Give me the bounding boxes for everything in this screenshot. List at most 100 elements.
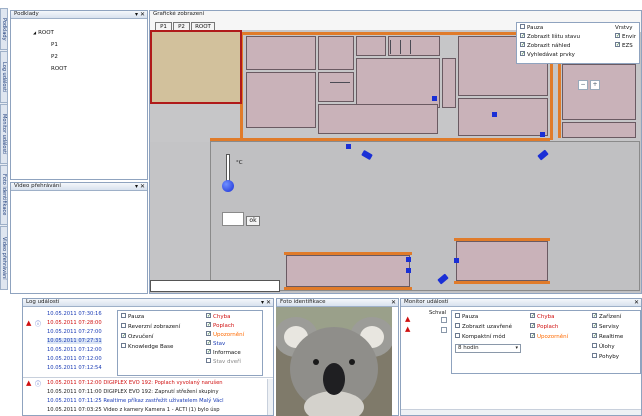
option-vyhledavat[interactable]: ✓ Vyhledávat prvky xyxy=(520,51,575,58)
monitor-source[interactable]: ✓ Realtime xyxy=(592,333,623,340)
close-icon[interactable]: ✕ xyxy=(266,299,271,306)
log-time[interactable]: 10.05.2011 07:12:54 xyxy=(47,365,102,371)
checkbox[interactable]: ✓ xyxy=(530,313,535,319)
pin-icon[interactable]: ▾ xyxy=(135,11,138,18)
checkbox[interactable]: ✓ xyxy=(592,313,597,319)
monitor-source[interactable]: ✓ Servisy xyxy=(592,323,619,330)
log-filter[interactable]: Stav dveří xyxy=(206,358,241,365)
sensor-icon[interactable] xyxy=(432,96,437,101)
log-filter[interactable]: ✓ Informace xyxy=(206,349,241,356)
sensor-icon[interactable] xyxy=(492,112,497,117)
log-scrollbar[interactable] xyxy=(267,379,273,415)
col-header-schval[interactable]: Schval xyxy=(429,310,446,316)
ok-button[interactable]: ok xyxy=(246,216,260,226)
chevron-down-icon[interactable]: ▾ xyxy=(515,345,518,352)
monitor-option[interactable]: Pauza xyxy=(455,313,478,320)
zoom-out-icon[interactable]: − xyxy=(578,80,588,90)
checkbox[interactable]: ✓ xyxy=(615,33,620,39)
approve-checkbox[interactable] xyxy=(441,327,447,333)
plan-room[interactable] xyxy=(458,98,548,136)
log-event-row[interactable]: 10.05.2011 07:12:00 DIGIPLEX EVO 192: Po… xyxy=(47,380,223,386)
monitor-option[interactable]: Kompaktní mód xyxy=(455,333,505,340)
close-icon[interactable]: ✕ xyxy=(634,299,639,306)
checkbox[interactable]: ✓ xyxy=(206,340,211,346)
log-option[interactable]: Knowledge Base xyxy=(121,343,173,350)
approve-checkbox[interactable] xyxy=(441,317,447,323)
checkbox[interactable] xyxy=(520,24,525,29)
sensor-icon[interactable] xyxy=(346,144,351,149)
log-time[interactable]: 10.05.2011 07:12:00 xyxy=(47,347,102,353)
plan-room[interactable] xyxy=(318,104,438,134)
option-pauza[interactable]: Pauza xyxy=(520,24,543,31)
close-icon[interactable]: ✕ xyxy=(140,183,145,190)
close-icon[interactable]: ✕ xyxy=(140,11,145,18)
pin-icon[interactable]: ▾ xyxy=(261,299,264,306)
log-filter[interactable]: ✓ Stav xyxy=(206,340,225,347)
monitor-option[interactable]: Zobrazit uzavřené xyxy=(455,323,512,330)
close-icon[interactable]: ✕ xyxy=(391,299,396,306)
checkbox[interactable] xyxy=(455,323,460,328)
checkbox[interactable]: ✓ xyxy=(592,323,597,329)
plan-preview-viewport[interactable] xyxy=(150,30,242,104)
log-filter[interactable]: ✓ Upozornění xyxy=(206,331,244,338)
plan-room[interactable] xyxy=(562,64,636,120)
log-time[interactable]: 10.05.2011 07:12:00 xyxy=(47,356,102,362)
checkbox[interactable]: ✓ xyxy=(206,331,211,337)
plan-room[interactable] xyxy=(246,36,316,70)
sensor-icon[interactable] xyxy=(406,268,411,273)
log-time[interactable]: 10.05.2011 07:30:16 xyxy=(47,311,102,317)
monitor-filter[interactable]: ✓ Chyba xyxy=(530,313,554,320)
plan-room[interactable] xyxy=(442,58,456,108)
side-tab-podklady[interactable]: Podklady xyxy=(0,8,8,50)
sensor-icon[interactable] xyxy=(406,257,411,262)
log-time[interactable]: 10.05.2011 07:27:00 xyxy=(47,329,102,335)
checkbox[interactable]: ✓ xyxy=(206,322,211,328)
checkbox[interactable] xyxy=(121,313,126,318)
checkbox[interactable]: ✓ xyxy=(530,323,535,329)
zoom-in-icon[interactable]: + xyxy=(590,80,600,90)
checkbox[interactable] xyxy=(455,313,460,318)
checkbox[interactable]: ✓ xyxy=(206,313,211,319)
side-tab-video[interactable]: Video přehrávání xyxy=(0,226,8,290)
log-time[interactable]: 10.05.2011 07:27:31 xyxy=(47,338,102,344)
log-filter[interactable]: ✓ Poplach xyxy=(206,322,234,329)
side-tab-foto[interactable]: Foto identifikace xyxy=(0,165,8,225)
checkbox[interactable]: ✓ xyxy=(520,51,525,57)
option-zobrazit-nahled[interactable]: ✓ Zobrazit náhled xyxy=(520,42,570,49)
checkbox[interactable] xyxy=(121,323,126,328)
tree-expander-icon[interactable]: ◢ xyxy=(33,30,36,35)
plan-room[interactable] xyxy=(562,122,636,138)
tree-node-root-2[interactable]: ROOT xyxy=(51,66,67,72)
time-range-select[interactable]: 8 hodin ▾ xyxy=(455,344,521,353)
monitor-filter[interactable]: ✓ Poplach xyxy=(530,323,558,330)
checkbox[interactable]: ✓ xyxy=(121,333,126,339)
log-event-row[interactable]: 10.05.2011 07:03:25 Video z kamery Kamer… xyxy=(47,407,220,413)
log-event-row[interactable]: 10.05.2011 07:11:25 Realtime příkaz zast… xyxy=(47,398,224,404)
layer-envir[interactable]: ✓ Envir xyxy=(615,33,636,40)
tree-node-p2[interactable]: P2 xyxy=(51,54,58,60)
plan-room[interactable] xyxy=(318,36,354,70)
value-input[interactable] xyxy=(222,212,244,226)
log-option[interactable]: Pauza xyxy=(121,313,144,320)
plan-room[interactable] xyxy=(246,72,316,128)
checkbox[interactable]: ✓ xyxy=(615,42,620,48)
checkbox[interactable]: ✓ xyxy=(520,42,525,48)
layer-ezs[interactable]: ✓ EZS xyxy=(615,42,633,49)
tree-node-root[interactable]: ◢ ROOT xyxy=(33,30,54,36)
plan-room[interactable] xyxy=(318,72,354,102)
sensor-icon[interactable] xyxy=(454,258,459,263)
checkbox[interactable] xyxy=(455,333,460,338)
monitor-source[interactable]: Pohyby xyxy=(592,353,619,360)
checkbox[interactable]: ✓ xyxy=(592,333,597,339)
log-event-row[interactable]: 10.05.2011 07:11:00 DIGIPLEX EVO 192: Za… xyxy=(47,389,219,395)
checkbox[interactable]: ✓ xyxy=(520,33,525,39)
option-zobrazit-listu[interactable]: ✓ Zobrazit lištu stavu xyxy=(520,33,580,40)
checkbox[interactable] xyxy=(592,353,597,358)
monitor-filter[interactable]: ✓ Upozornění xyxy=(530,333,568,340)
plan-room[interactable] xyxy=(286,255,410,287)
checkbox[interactable] xyxy=(592,343,597,348)
tree-node-p1[interactable]: P1 xyxy=(51,42,58,48)
side-tab-monitor[interactable]: Monitor událostí xyxy=(0,104,8,164)
log-filter[interactable]: ✓ Chyba xyxy=(206,313,230,320)
plan-room[interactable] xyxy=(388,36,440,56)
